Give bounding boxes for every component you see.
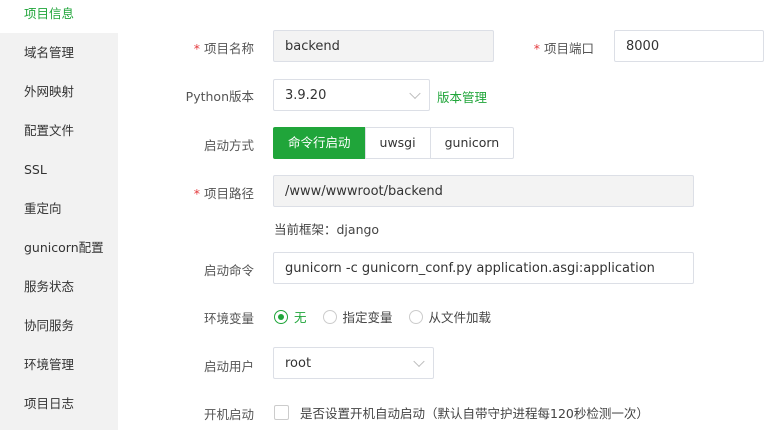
autostart-checkbox[interactable] (274, 405, 289, 420)
project-path-field[interactable]: /www/wwwroot/backend (273, 175, 694, 207)
sidebar-item-env-management[interactable]: 环境管理 (0, 345, 118, 384)
project-name-field[interactable]: backend (273, 30, 494, 62)
required-mark: * (193, 41, 200, 56)
required-mark: * (533, 41, 540, 56)
sidebar-item-ssl[interactable]: SSL (0, 150, 118, 189)
chevron-down-icon (409, 87, 421, 100)
env-vars-radio-group: 无 指定变量 从文件加载 (274, 307, 507, 326)
sidebar-item-redirect[interactable]: 重定向 (0, 189, 118, 228)
env-file-option[interactable]: 从文件加载 (408, 307, 491, 326)
start-user-label: 启动用户 (203, 359, 254, 374)
env-none-option[interactable]: 无 (274, 307, 307, 326)
python-version-value: 3.9.20 (285, 87, 327, 103)
start-mode-cli-button[interactable]: 命令行启动 (273, 127, 366, 159)
radio-icon (408, 309, 423, 324)
sidebar: 项目信息 域名管理 外网映射 配置文件 SSL 重定向 gunicorn配置 服… (0, 0, 118, 430)
autostart-text: 是否设置开机自动启动（默认自带守护进程每120秒检测一次） (300, 406, 649, 421)
start-command-field[interactable]: gunicorn -c gunicorn_conf.py application… (273, 252, 694, 284)
start-mode-group: 命令行启动 uwsgi gunicorn (273, 127, 515, 159)
project-path-label: * 项目路径 (193, 186, 254, 201)
start-command-label: 启动命令 (203, 263, 254, 278)
sidebar-item-external-mapping[interactable]: 外网映射 (0, 72, 118, 111)
env-specify-option[interactable]: 指定变量 (322, 307, 393, 326)
env-vars-label: 环境变量 (203, 311, 254, 326)
project-port-field[interactable]: 8000 (614, 30, 764, 62)
start-mode-label: 启动方式 (203, 138, 254, 153)
sidebar-item-domain[interactable]: 域名管理 (0, 33, 118, 72)
python-version-select[interactable]: 3.9.20 (273, 79, 430, 111)
sidebar-item-service-status[interactable]: 服务状态 (0, 267, 118, 306)
start-user-select[interactable]: root (273, 347, 434, 379)
start-user-value: root (285, 355, 312, 371)
sidebar-item-project-info[interactable]: 项目信息 (0, 0, 118, 33)
autostart-row: 是否设置开机自动启动（默认自带守护进程每120秒检测一次） (274, 403, 649, 422)
sidebar-item-gunicorn-config[interactable]: gunicorn配置 (0, 228, 118, 267)
project-name-label: * 项目名称 (193, 41, 254, 56)
chevron-down-icon (413, 355, 425, 368)
required-mark: * (193, 186, 200, 201)
start-mode-gunicorn-button[interactable]: gunicorn (429, 127, 515, 159)
project-port-label: * 项目端口 (533, 41, 594, 56)
framework-hint: 当前框架：django (274, 222, 380, 237)
version-manage-link[interactable]: 版本管理 (437, 87, 487, 106)
radio-icon (322, 309, 337, 324)
sidebar-item-collab-service[interactable]: 协同服务 (0, 306, 118, 345)
sidebar-item-config-file[interactable]: 配置文件 (0, 111, 118, 150)
radio-checked-icon (274, 309, 288, 324)
python-version-label: Python版本 (185, 89, 254, 104)
sidebar-item-project-log[interactable]: 项目日志 (0, 384, 118, 423)
start-mode-uwsgi-button[interactable]: uwsgi (364, 127, 431, 159)
autostart-label: 开机启动 (203, 407, 254, 422)
